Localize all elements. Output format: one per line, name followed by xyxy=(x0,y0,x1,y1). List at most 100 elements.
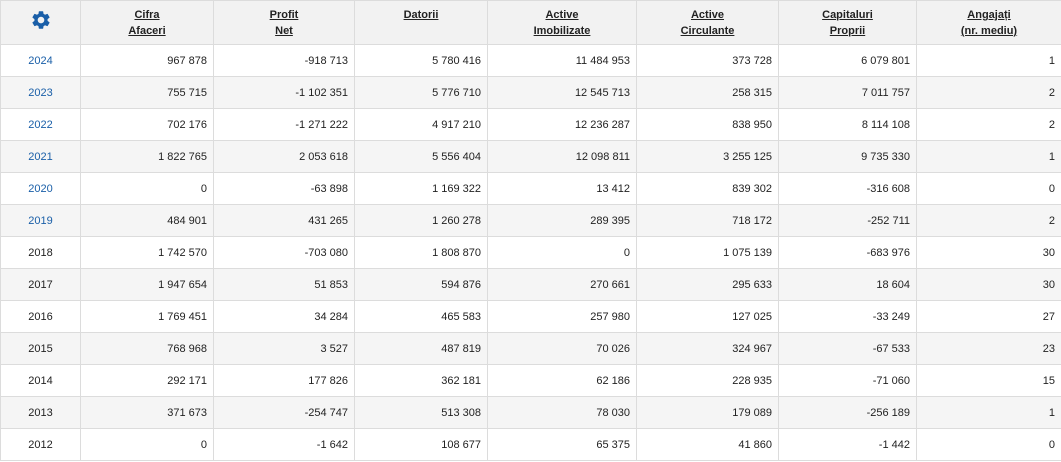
cell-capitaluri-proprii: -256 189 xyxy=(778,396,917,429)
year-cell: 2018 xyxy=(0,236,81,269)
cell-datorii: 4 917 210 xyxy=(354,108,488,141)
table-row: 2012 0 -1 642 108 677 65 375 41 860 -1 442 0 xyxy=(0,428,1061,461)
year-label: 2012 xyxy=(28,438,53,451)
col-header-active-imobilizate[interactable]: Active Imobilizate xyxy=(487,0,637,45)
cell-profit-net: 34 284 xyxy=(213,300,355,333)
col-header-cifra-afaceri[interactable]: Cifra Afaceri xyxy=(80,0,214,45)
cell-cifra-afaceri: 371 673 xyxy=(80,396,214,429)
cell-angajati: 1 xyxy=(916,44,1061,77)
col-header-profit-net[interactable]: Profit Net xyxy=(213,0,355,45)
cell-active-imobilizate: 70 026 xyxy=(487,332,637,365)
cell-active-imobilizate: 13 412 xyxy=(487,172,637,205)
table-row: 2018 1 742 570 -703 080 1 808 870 0 1 075 139… xyxy=(0,236,1061,269)
cell-cifra-afaceri: 292 171 xyxy=(80,364,214,397)
col-header-line2: Afaceri xyxy=(128,25,166,37)
cell-active-imobilizate: 257 980 xyxy=(487,300,637,333)
cell-angajati: 23 xyxy=(916,332,1061,365)
table-row: 2014 292 171 177 826 362 181 62 186 228 935 -7… xyxy=(0,364,1061,397)
cell-active-imobilizate: 12 545 713 xyxy=(487,76,637,109)
cell-capitaluri-proprii: -683 976 xyxy=(778,236,917,269)
year-link[interactable]: 2024 xyxy=(28,55,52,67)
cell-datorii: 5 776 710 xyxy=(354,76,488,109)
col-header-datorii[interactable]: Datorii xyxy=(354,0,488,45)
cell-profit-net: -1 102 351 xyxy=(213,76,355,109)
year-cell: 2017 xyxy=(0,268,81,301)
year-link[interactable]: 2023 xyxy=(28,87,52,99)
year-link[interactable]: 2019 xyxy=(28,215,52,227)
cell-active-circulante: 1 075 139 xyxy=(636,236,779,269)
cell-active-circulante: 295 633 xyxy=(636,268,779,301)
year-cell[interactable]: 2022 xyxy=(0,108,81,141)
year-cell[interactable]: 2021 xyxy=(0,140,81,173)
year-cell: 2016 xyxy=(0,300,81,333)
cell-profit-net: 2 053 618 xyxy=(213,140,355,173)
table-row: 2015 768 968 3 527 487 819 70 026 324 967 -67 … xyxy=(0,332,1061,365)
cell-active-imobilizate: 12 098 811 xyxy=(487,140,637,173)
cell-capitaluri-proprii: 8 114 108 xyxy=(778,108,917,141)
col-header-line2: Imobilizate xyxy=(533,25,591,37)
cell-profit-net: 177 826 xyxy=(213,364,355,397)
cell-datorii: 487 819 xyxy=(354,332,488,365)
year-cell[interactable]: 2019 xyxy=(0,204,81,237)
col-header-line1: Active xyxy=(690,9,725,21)
year-label: 2016 xyxy=(28,310,53,323)
cell-profit-net: -63 898 xyxy=(213,172,355,205)
cell-datorii: 5 780 416 xyxy=(354,44,488,77)
col-header-angajati[interactable]: Angajați (nr. mediu) xyxy=(916,0,1061,45)
year-cell: 2013 xyxy=(0,396,81,429)
cell-capitaluri-proprii: -67 533 xyxy=(778,332,917,365)
cell-angajati: 2 xyxy=(916,204,1061,237)
col-header-capitaluri-proprii[interactable]: Capitaluri Proprii xyxy=(778,0,917,45)
cell-datorii: 1 808 870 xyxy=(354,236,488,269)
table-row: 2020 0 -63 898 1 169 322 13 412 839 302 -316 6… xyxy=(0,172,1061,205)
cell-cifra-afaceri: 1 769 451 xyxy=(80,300,214,333)
col-header-active-circulante[interactable]: Active Circulante xyxy=(636,0,779,45)
cell-angajati: 0 xyxy=(916,172,1061,205)
cell-active-circulante: 3 255 125 xyxy=(636,140,779,173)
cell-datorii: 465 583 xyxy=(354,300,488,333)
cell-profit-net: -703 080 xyxy=(213,236,355,269)
year-cell: 2012 xyxy=(0,428,81,461)
year-cell[interactable]: 2024 xyxy=(0,44,81,77)
col-header-line2: (nr. mediu) xyxy=(960,25,1018,37)
cell-profit-net: -1 271 222 xyxy=(213,108,355,141)
cell-active-imobilizate: 289 395 xyxy=(487,204,637,237)
cell-cifra-afaceri: 755 715 xyxy=(80,76,214,109)
cell-active-circulante: 41 860 xyxy=(636,428,779,461)
col-header-line1: Capitaluri xyxy=(822,9,873,21)
cell-angajati: 1 xyxy=(916,140,1061,173)
table-row: 2013 371 673 -254 747 513 308 78 030 179 089-… xyxy=(0,396,1061,429)
col-header-line1: Profit xyxy=(269,9,299,21)
cell-capitaluri-proprii: 7 011 757 xyxy=(778,76,917,109)
cell-cifra-afaceri: 484 901 xyxy=(80,204,214,237)
col-header-line1: Angajați xyxy=(967,9,1011,21)
cell-capitaluri-proprii: 9 735 330 xyxy=(778,140,917,173)
cell-active-imobilizate: 78 030 xyxy=(487,396,637,429)
gear-icon[interactable] xyxy=(30,9,52,31)
year-link[interactable]: 2021 xyxy=(28,151,52,163)
cell-cifra-afaceri: 0 xyxy=(80,428,214,461)
year-cell[interactable]: 2020 xyxy=(0,172,81,205)
cell-datorii: 1 260 278 xyxy=(354,204,488,237)
year-cell[interactable]: 2023 xyxy=(0,76,81,109)
cell-cifra-afaceri: 702 176 xyxy=(80,108,214,141)
cell-angajati: 30 xyxy=(916,236,1061,269)
cell-angajati: 30 xyxy=(916,268,1061,301)
year-link[interactable]: 2022 xyxy=(28,119,52,131)
cell-angajati: 0 xyxy=(916,428,1061,461)
col-header-line1: Active xyxy=(545,9,579,21)
cell-profit-net: -254 747 xyxy=(213,396,355,429)
year-label: 2018 xyxy=(28,246,53,259)
year-cell: 2014 xyxy=(0,364,81,397)
cell-capitaluri-proprii: -1 442 xyxy=(778,428,917,461)
cell-datorii: 362 181 xyxy=(354,364,488,397)
cell-active-circulante: 324 967 xyxy=(636,332,779,365)
cell-active-circulante: 258 315 xyxy=(636,76,779,109)
year-link[interactable]: 2020 xyxy=(28,183,52,195)
cell-active-imobilizate: 65 375 xyxy=(487,428,637,461)
cell-datorii: 1 169 322 xyxy=(354,172,488,205)
cell-active-circulante: 838 950 xyxy=(636,108,779,141)
cell-datorii: 594 876 xyxy=(354,268,488,301)
cell-datorii: 108 677 xyxy=(354,428,488,461)
cell-cifra-afaceri: 1 822 765 xyxy=(80,140,214,173)
